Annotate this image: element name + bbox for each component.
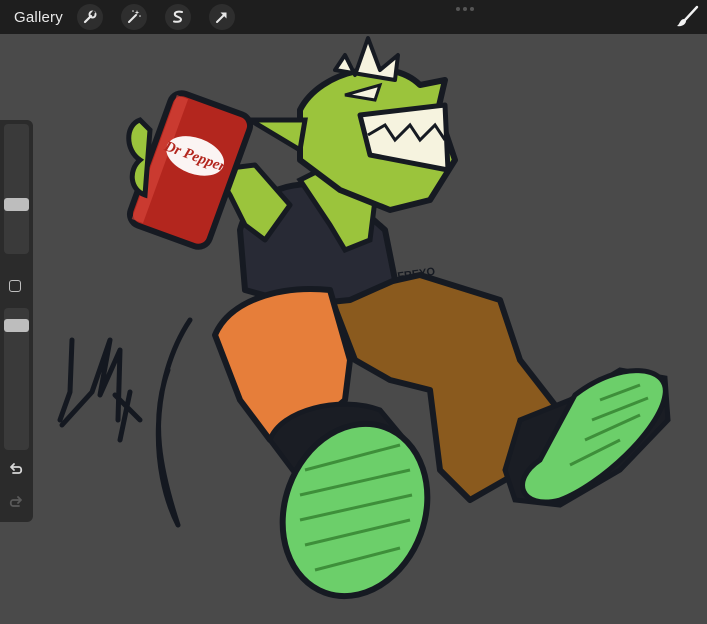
paintbrush-icon[interactable] <box>675 5 699 29</box>
gallery-button[interactable]: Gallery <box>14 9 63 26</box>
adjustments-button[interactable] <box>120 4 147 30</box>
arrow-cursor-icon <box>215 12 227 23</box>
selection-s-icon <box>172 10 183 23</box>
hand-fingers <box>126 117 153 199</box>
actions-button[interactable] <box>76 4 103 30</box>
magic-wand-icon <box>127 10 141 23</box>
transform-button[interactable] <box>208 4 235 30</box>
toolbar-grabber-handle[interactable] <box>456 7 474 11</box>
selection-button[interactable] <box>164 4 191 30</box>
signature-scribble <box>57 317 193 528</box>
goblin-ear <box>240 117 308 155</box>
top-toolbar: Gallery <box>0 0 707 34</box>
wrench-icon <box>83 10 97 24</box>
drawing-canvas[interactable]: Dr Pepper FREYO <box>0 34 707 624</box>
